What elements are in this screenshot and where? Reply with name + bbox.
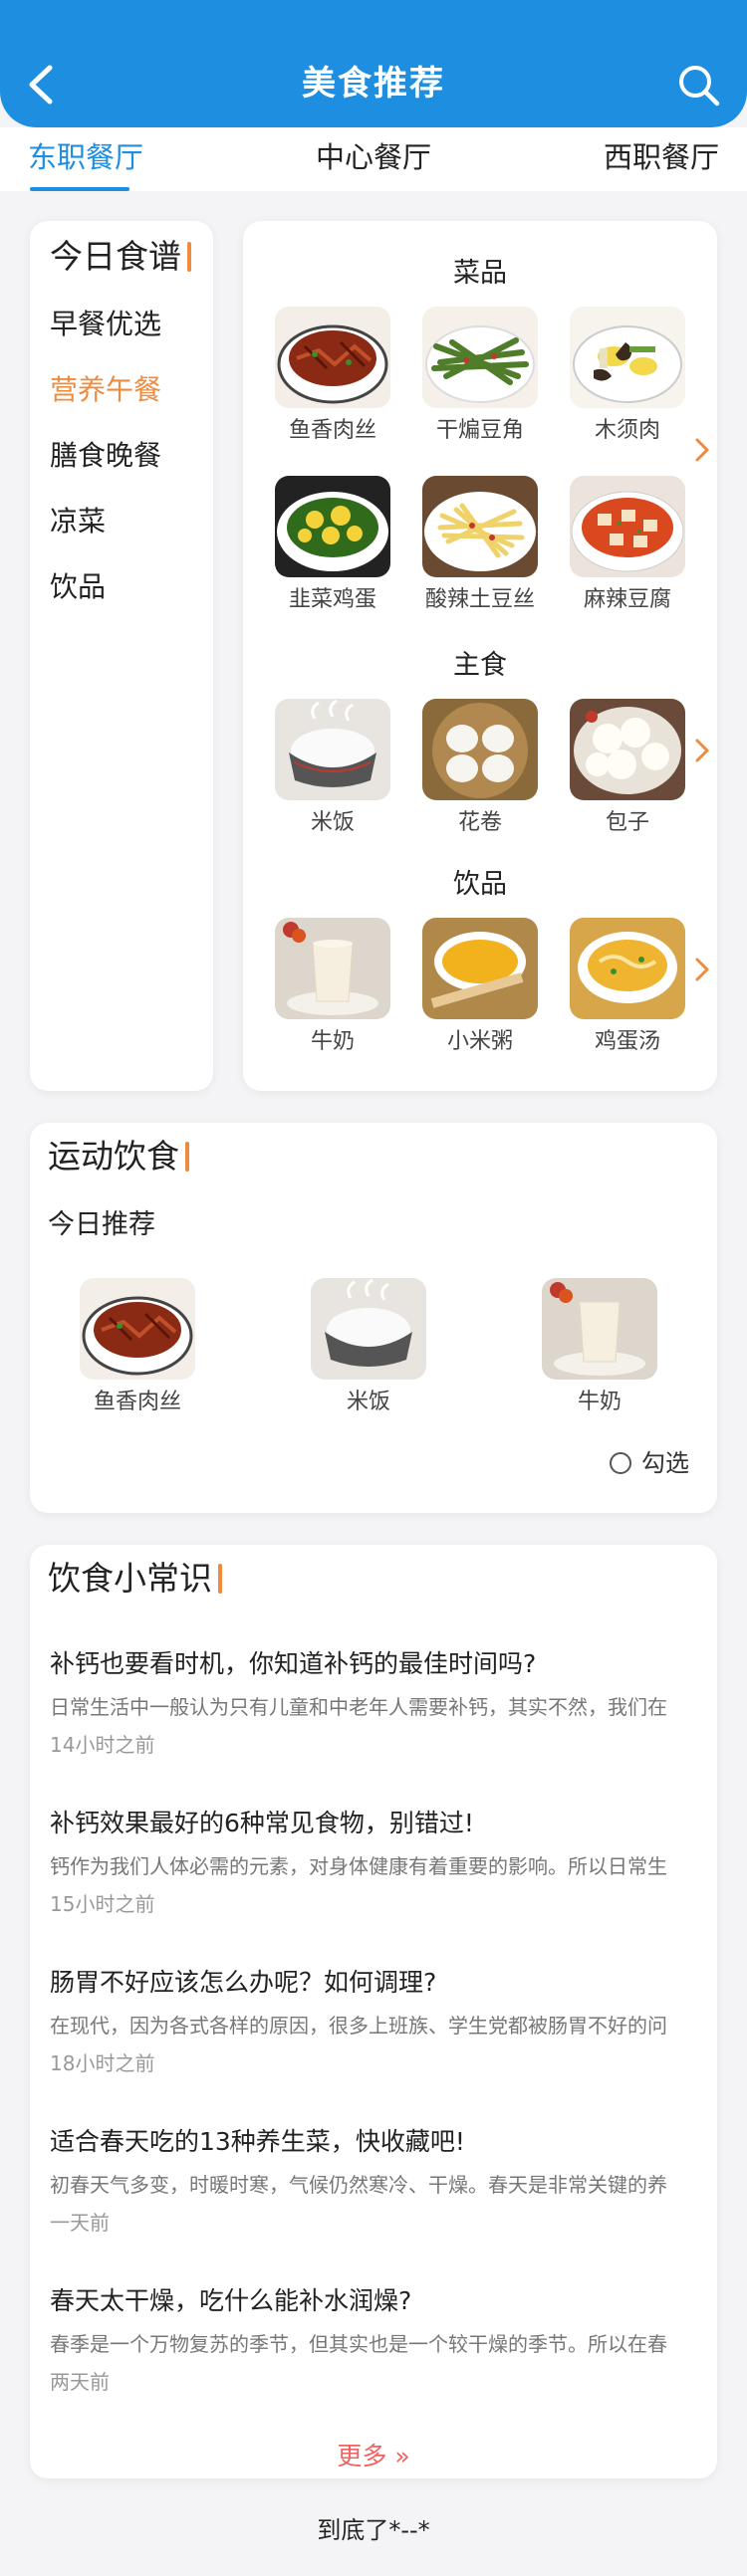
food-photo xyxy=(275,476,390,577)
food-photo xyxy=(422,307,538,408)
recommended-food-item[interactable]: 鱼香肉丝 xyxy=(80,1278,195,1417)
food-item[interactable]: 牛奶 xyxy=(275,918,390,1057)
menu-item-cold-dish[interactable]: 凉菜 xyxy=(50,502,106,541)
tab-west-restaurant[interactable]: 西职餐厅 xyxy=(604,137,719,177)
menu-item-drinks[interactable]: 饮品 xyxy=(50,567,106,607)
food-item[interactable]: 花卷 xyxy=(422,699,538,838)
article-item[interactable]: 春天太干燥，吃什么能补水润燥? 春季是一个万物复苏的季节，但其实也是一个较干燥的… xyxy=(50,2283,707,2397)
article-summary: 日常生活中一般认为只有儿童和中老年人需要补钙，其实不然，我们在 xyxy=(50,1695,667,1719)
tab-center-restaurant[interactable]: 中心餐厅 xyxy=(316,137,431,177)
food-name: 木须肉 xyxy=(594,418,660,443)
diet-tips-card: 饮食小常识 补钙也要看时机，你知道补钙的最佳时间吗? 日常生活中一般认为只有儿童… xyxy=(30,1545,717,2478)
end-of-list-text: 到底了*--* xyxy=(317,2516,430,2544)
food-name: 小米粥 xyxy=(446,1029,513,1054)
food-item[interactable]: 韭菜鸡蛋 xyxy=(275,476,390,615)
article-item[interactable]: 补钙效果最好的6种常见食物，别错过! 钙作为我们人体必需的元素，对身体健康有着重… xyxy=(50,1806,707,1919)
category-title-drinks: 饮品 xyxy=(453,869,507,900)
food-item[interactable]: 鸡蛋汤 xyxy=(570,918,685,1057)
food-name: 酸辣土豆丝 xyxy=(424,587,535,612)
food-name: 麻辣豆腐 xyxy=(583,587,671,612)
food-name: 牛奶 xyxy=(310,1029,355,1054)
tab-east-restaurant[interactable]: 东职餐厅 xyxy=(28,137,143,177)
recommended-food-item[interactable]: 牛奶 xyxy=(542,1278,657,1417)
menu-item-breakfast[interactable]: 早餐优选 xyxy=(50,305,161,344)
dishes-card: 菜品 鱼香肉丝 干煸豆角 木须肉 韭菜鸡蛋 酸辣土豆丝 麻辣豆腐 主食 米饭 花… xyxy=(243,221,717,1091)
category-title-staple: 主食 xyxy=(453,650,507,681)
food-photo xyxy=(275,918,390,1019)
food-photo xyxy=(275,307,390,408)
menu-card: 今日食谱 早餐优选 营养午餐 膳食晚餐 凉菜 饮品 xyxy=(30,221,213,1091)
chevron-right-icon[interactable] xyxy=(691,432,715,468)
article-summary: 春季是一个万物复苏的季节，但其实也是一个较干燥的季节。所以在春 xyxy=(50,2332,667,2356)
article-title: 补钙也要看时机，你知道补钙的最佳时间吗? xyxy=(50,1649,537,1678)
restaurant-tabs: 东职餐厅 中心餐厅 西职餐厅 xyxy=(0,127,747,191)
menu-title: 今日食谱 xyxy=(50,235,191,279)
sport-diet-card: 运动饮食 今日推荐 鱼香肉丝 米饭 牛奶 勾选 xyxy=(30,1123,717,1513)
chevron-right-icon[interactable] xyxy=(691,733,715,768)
recommend-subtitle: 今日推荐 xyxy=(48,1209,155,1240)
food-photo xyxy=(570,699,685,800)
food-name: 花卷 xyxy=(457,810,502,835)
diet-tips-title: 饮食小常识 xyxy=(48,1557,222,1601)
article-summary: 初春天气多变，时暖时寒，气候仍然寒冷、干燥。春天是非常关键的养 xyxy=(50,2173,667,2197)
food-photo xyxy=(570,918,685,1019)
select-checkbox[interactable]: 勾选 xyxy=(610,1447,689,1479)
food-item[interactable]: 干煸豆角 xyxy=(422,307,538,446)
article-item[interactable]: 补钙也要看时机，你知道补钙的最佳时间吗? 日常生活中一般认为只有儿童和中老年人需… xyxy=(50,1646,707,1760)
sport-diet-title: 运动饮食 xyxy=(48,1135,189,1179)
menu-item-dinner[interactable]: 膳食晚餐 xyxy=(50,436,161,476)
article-time: 两天前 xyxy=(50,2370,110,2394)
article-time: 18小时之前 xyxy=(50,2051,155,2075)
menu-item-lunch[interactable]: 营养午餐 xyxy=(50,370,161,410)
food-item[interactable]: 鱼香肉丝 xyxy=(275,307,390,446)
article-title: 春天太干燥，吃什么能补水润燥? xyxy=(50,2286,412,2315)
article-time: 一天前 xyxy=(50,2211,110,2235)
food-name: 米饭 xyxy=(346,1390,390,1414)
more-link[interactable]: 更多 » xyxy=(30,2439,717,2474)
food-name: 干煸豆角 xyxy=(435,418,524,443)
food-photo xyxy=(80,1278,195,1380)
article-summary: 钙作为我们人体必需的元素，对身体健康有着重要的影响。所以日常生 xyxy=(50,1854,667,1878)
food-name: 韭菜鸡蛋 xyxy=(288,587,376,612)
recommended-food-item[interactable]: 米饭 xyxy=(311,1278,426,1417)
header-bar: 美食推荐 xyxy=(0,0,747,127)
food-photo xyxy=(275,699,390,800)
food-name: 牛奶 xyxy=(577,1390,622,1414)
article-summary: 在现代，因为各式各样的原因，很多上班族、学生党都被肠胃不好的问 xyxy=(50,2014,667,2038)
food-photo xyxy=(542,1278,657,1380)
food-photo xyxy=(422,476,538,577)
food-name: 鱼香肉丝 xyxy=(93,1390,181,1414)
food-photo xyxy=(570,307,685,408)
category-title-dishes: 菜品 xyxy=(453,258,507,289)
article-title: 补钙效果最好的6种常见食物，别错过! xyxy=(50,1809,474,1837)
article-time: 15小时之前 xyxy=(50,1892,155,1916)
article-title: 适合春天吃的13种养生菜，快收藏吧! xyxy=(50,2127,465,2156)
food-item[interactable]: 包子 xyxy=(570,699,685,838)
food-photo xyxy=(422,918,538,1019)
food-item[interactable]: 米饭 xyxy=(275,699,390,838)
page-title: 美食推荐 xyxy=(302,64,445,104)
food-item[interactable]: 酸辣土豆丝 xyxy=(422,476,538,615)
food-name: 包子 xyxy=(605,810,649,835)
food-photo xyxy=(311,1278,426,1380)
food-name: 鱼香肉丝 xyxy=(288,418,376,443)
food-photo xyxy=(570,476,685,577)
article-item[interactable]: 适合春天吃的13种养生菜，快收藏吧! 初春天气多变，时暖时寒，气候仍然寒冷、干燥… xyxy=(50,2124,707,2238)
food-item[interactable]: 木须肉 xyxy=(570,307,685,446)
food-item[interactable]: 小米粥 xyxy=(422,918,538,1057)
food-item[interactable]: 麻辣豆腐 xyxy=(570,476,685,615)
food-name: 鸡蛋汤 xyxy=(594,1029,660,1054)
article-time: 14小时之前 xyxy=(50,1733,155,1757)
food-name: 米饭 xyxy=(310,810,355,835)
article-item[interactable]: 肠胃不好应该怎么办呢？如何调理? 在现代，因为各式各样的原因，很多上班族、学生党… xyxy=(50,1965,707,2078)
active-tab-indicator xyxy=(30,187,129,191)
article-title: 肠胃不好应该怎么办呢？如何调理? xyxy=(50,1968,437,1997)
food-photo xyxy=(422,699,538,800)
chevron-right-icon[interactable] xyxy=(691,952,715,987)
radio-circle-icon xyxy=(610,1452,631,1474)
search-icon[interactable] xyxy=(675,62,721,107)
